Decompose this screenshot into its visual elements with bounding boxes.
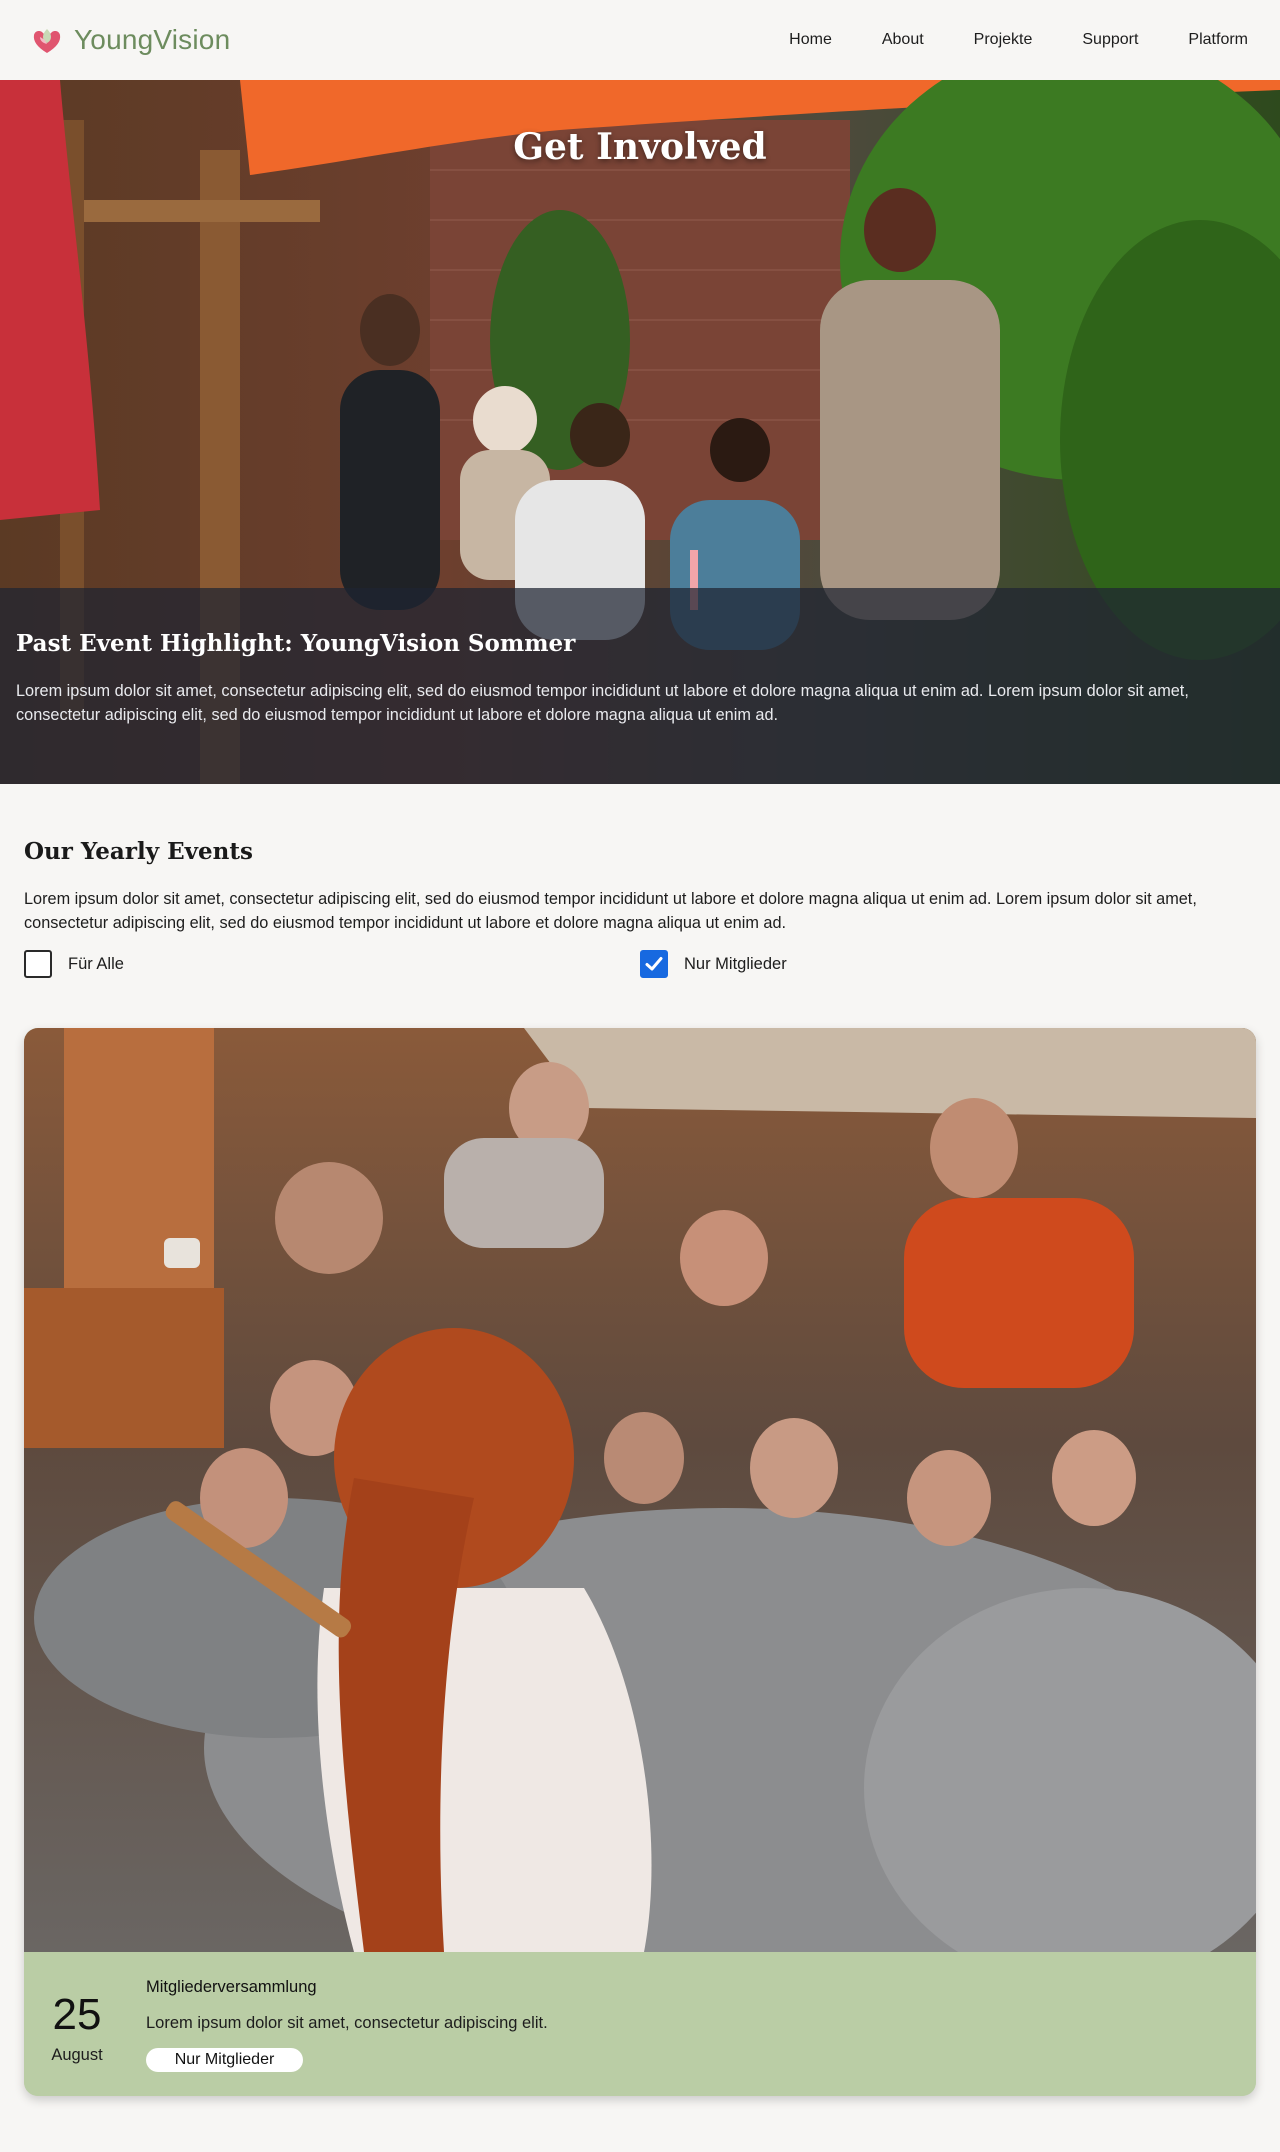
nav-platform[interactable]: Platform (1188, 31, 1248, 49)
event-month: August (51, 2046, 103, 2064)
event-title: Mitgliederversammlung (146, 1978, 317, 1996)
filter-nur-mitglieder[interactable]: Nur Mitglieder (640, 950, 787, 978)
filter-label-fuer-alle: Für Alle (68, 954, 124, 973)
hero-highlight-panel: Past Event Highlight: YoungVision Sommer… (0, 588, 1280, 784)
brand-name: YoungVision (74, 24, 231, 55)
heart-leaf-logo-icon (33, 29, 61, 53)
filter-fuer-alle[interactable]: Für Alle (24, 950, 124, 978)
filter-label-nur-mitglieder: Nur Mitglieder (684, 954, 787, 973)
yearly-events-section: Our Yearly Events Lorem ipsum dolor sit … (24, 838, 1256, 978)
checkbox-nur-mitglieder[interactable] (640, 950, 668, 978)
checkmark-icon (645, 957, 663, 971)
hero-title: Get Involved (513, 126, 767, 168)
event-info: 25 August Mitgliederversammlung Lorem ip… (24, 1952, 1256, 2096)
brand[interactable]: YoungVision (30, 23, 230, 57)
event-filters: Für Alle Nur Mitglieder (24, 950, 1256, 980)
events-title: Our Yearly Events (24, 838, 253, 865)
main-nav: Home About Projekte Support Platform (789, 31, 1248, 49)
nav-projekte[interactable]: Projekte (974, 31, 1033, 49)
hero: Get Involved Past Event Highlight: Young… (0, 80, 1280, 784)
events-text: Lorem ipsum dolor sit amet, consectetur … (24, 890, 1197, 932)
nav-support[interactable]: Support (1082, 31, 1138, 49)
top-nav: YoungVision Home About Projekte Support … (0, 0, 1280, 80)
event-badge: Nur Mitglieder (146, 2048, 303, 2072)
event-photo (24, 1028, 1256, 1952)
event-description: Lorem ipsum dolor sit amet, consectetur … (146, 2014, 548, 2032)
event-card[interactable]: 25 August Mitgliederversammlung Lorem ip… (24, 1028, 1256, 2096)
nav-about[interactable]: About (882, 31, 924, 49)
nav-home[interactable]: Home (789, 31, 832, 49)
hero-panel-title: Past Event Highlight: YoungVision Sommer (16, 630, 576, 657)
hero-panel-text: Lorem ipsum dolor sit amet, consectetur … (16, 682, 1189, 724)
checkbox-fuer-alle[interactable] (24, 950, 52, 978)
event-day: 25 (52, 1990, 102, 2039)
